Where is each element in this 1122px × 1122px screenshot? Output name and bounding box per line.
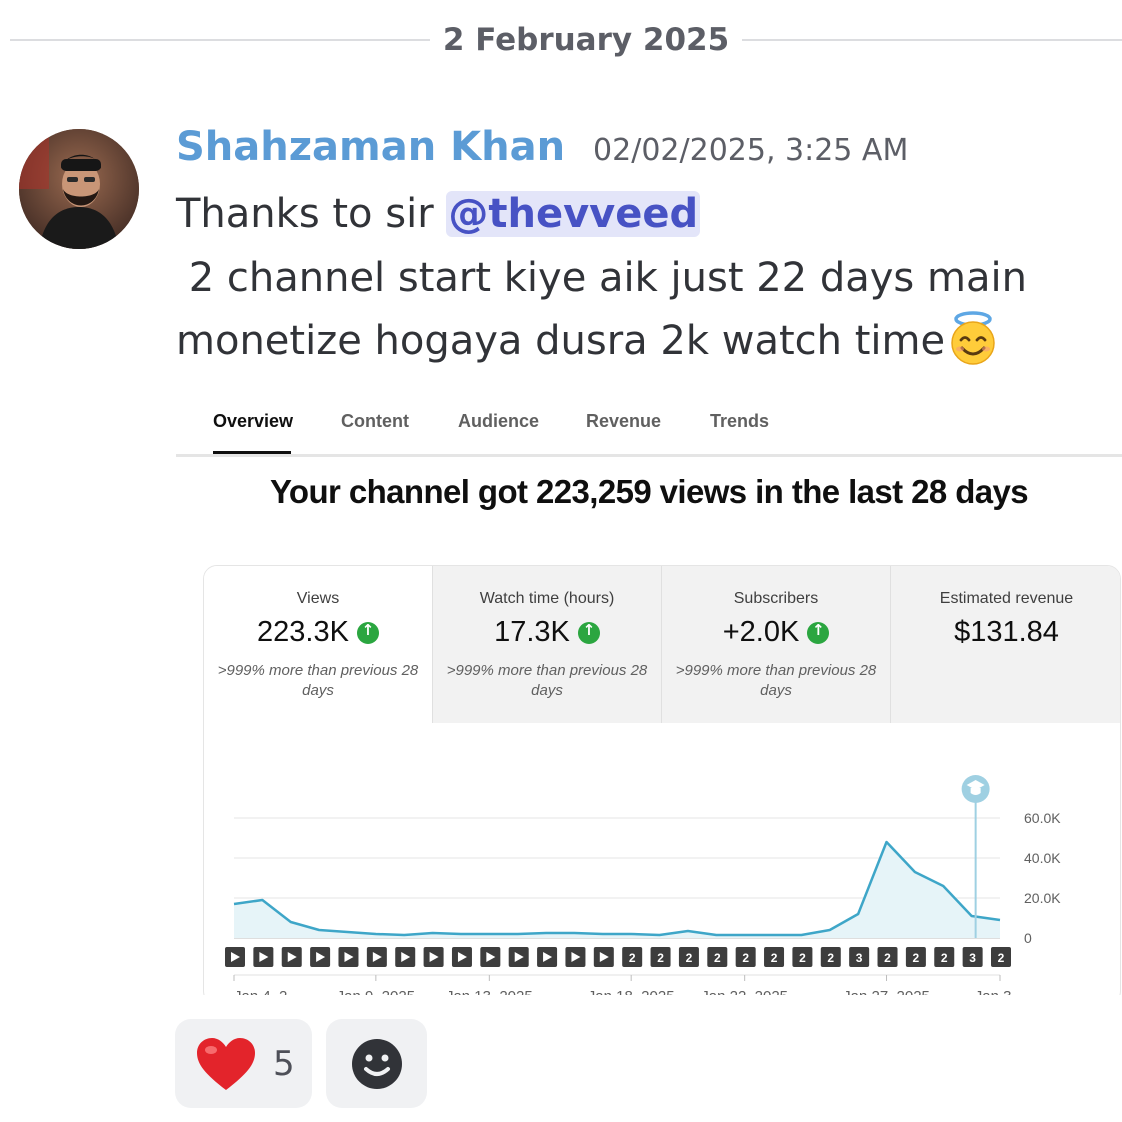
metric-label: Views bbox=[296, 590, 340, 607]
metric-note: >999% more than previous 28 days bbox=[217, 662, 419, 699]
date-divider: 2 February 2025 bbox=[0, 18, 1122, 62]
metrics-card: Views 223.3K >999% more than previous 28… bbox=[203, 565, 1121, 995]
metric-label: Watch time (hours) bbox=[479, 590, 615, 607]
x-tick-label: Jan 9, 2025 bbox=[337, 988, 415, 995]
metric-note: >999% more than previous 28 days bbox=[675, 662, 877, 699]
y-tick-label: 20.0K bbox=[1024, 890, 1061, 906]
marker-count: 2 bbox=[941, 951, 948, 965]
x-tick-label: Jan 3... bbox=[975, 988, 1024, 995]
marker-count: 2 bbox=[827, 951, 834, 965]
message-timestamp: 02/02/2025, 3:25 AM bbox=[593, 133, 909, 168]
y-tick-label: 60.0K bbox=[1024, 810, 1061, 826]
add-reaction-button[interactable] bbox=[326, 1019, 427, 1108]
metric-estimated-revenue[interactable]: Estimated revenue $131.84 bbox=[891, 566, 1120, 723]
marker-count: 2 bbox=[657, 951, 664, 965]
message-line-2: 2 channel start kiye aik just 22 days ma… bbox=[176, 255, 1027, 301]
marker-count: 2 bbox=[998, 951, 1005, 965]
smiling-face-with-halo-icon bbox=[945, 310, 1001, 366]
avatar[interactable] bbox=[19, 129, 139, 249]
user-mention[interactable]: @thevveed bbox=[446, 191, 701, 237]
analytics-tabs: Overview Content Audience Revenue Trends bbox=[176, 385, 1122, 457]
marker-count: 2 bbox=[771, 951, 778, 965]
marker-count: 2 bbox=[686, 951, 693, 965]
reaction-count: 5 bbox=[273, 1043, 295, 1084]
metric-value: $131.84 bbox=[954, 616, 1059, 648]
x-tick-label: Jan 4, 2... bbox=[234, 988, 300, 995]
metric-subscribers[interactable]: Subscribers +2.0K >999% more than previo… bbox=[662, 566, 891, 723]
marker-count: 3 bbox=[856, 951, 863, 965]
arrow-up-icon bbox=[807, 621, 830, 644]
tab-audience[interactable]: Audience bbox=[458, 411, 539, 432]
avatar-image bbox=[19, 129, 139, 249]
tab-content[interactable]: Content bbox=[341, 411, 409, 432]
message-line-1: Thanks to sir @thevveed bbox=[176, 184, 701, 244]
message-text-prefix: Thanks to sir bbox=[176, 191, 447, 237]
metric-views[interactable]: Views 223.3K >999% more than previous 28… bbox=[204, 566, 433, 723]
divider-line-left bbox=[10, 39, 430, 41]
x-tick-label: Jan 18, 2025 bbox=[588, 988, 675, 995]
analytics-headline: Your channel got 223,259 views in the la… bbox=[269, 473, 1029, 510]
x-tick-label: Jan 13, 2025 bbox=[446, 988, 533, 995]
message-text-line3: monetize hogaya dusra 2k watch time bbox=[176, 318, 946, 364]
tab-trends[interactable]: Trends bbox=[710, 411, 769, 432]
tab-overview[interactable]: Overview bbox=[213, 411, 293, 432]
marker-count: 2 bbox=[884, 951, 891, 965]
analytics-screenshot[interactable]: Overview Content Audience Revenue Trends… bbox=[176, 385, 1122, 995]
arrow-up-icon bbox=[577, 621, 600, 644]
marker-count: 2 bbox=[799, 951, 806, 965]
reaction-heart[interactable]: 5 bbox=[175, 1019, 312, 1108]
x-tick-label: Jan 27, 2025 bbox=[843, 988, 930, 995]
y-tick-label: 0 bbox=[1024, 930, 1032, 946]
active-tab-indicator bbox=[213, 451, 291, 454]
message-header: Shahzaman Khan 02/02/2025, 3:25 AM bbox=[176, 124, 908, 178]
heart-icon bbox=[197, 1037, 255, 1090]
metric-value: 17.3K bbox=[494, 616, 570, 648]
marker-count: 2 bbox=[714, 951, 721, 965]
date-divider-label: 2 February 2025 bbox=[442, 22, 730, 58]
marker-count: 2 bbox=[913, 951, 920, 965]
divider-line-right bbox=[742, 39, 1122, 41]
marker-count: 2 bbox=[629, 951, 636, 965]
smiley-add-icon bbox=[351, 1038, 402, 1089]
arrow-up-icon bbox=[356, 621, 379, 644]
x-tick-label: Jan 22, 2025 bbox=[701, 988, 788, 995]
marker-count: 2 bbox=[742, 951, 749, 965]
metric-value-row: $131.84 bbox=[891, 616, 1120, 649]
marker-count: 3 bbox=[969, 951, 976, 965]
metric-note: >999% more than previous 28 days bbox=[446, 662, 648, 699]
metric-value-row: 223.3K bbox=[204, 616, 432, 649]
metric-watch-time[interactable]: Watch time (hours) 17.3K >999% more than… bbox=[433, 566, 662, 723]
y-tick-label: 40.0K bbox=[1024, 850, 1061, 866]
reactions-bar: 5 bbox=[175, 1019, 427, 1108]
metric-value-row: 17.3K bbox=[433, 616, 661, 649]
metric-value: +2.0K bbox=[722, 616, 800, 648]
views-chart[interactable]: 60.0K 40.0K 20.0K 0 2 2 2 2 2 2 2 2 3 2 2 2 3 2 Jan 4, 2..… bbox=[204, 723, 1121, 995]
author-name[interactable]: Shahzaman Khan bbox=[176, 124, 565, 170]
graduation-cap-base bbox=[970, 788, 981, 795]
metric-label: Estimated revenue bbox=[939, 590, 1074, 607]
views-area bbox=[234, 842, 1000, 938]
metric-label: Subscribers bbox=[733, 590, 819, 607]
tab-revenue[interactable]: Revenue bbox=[586, 411, 661, 432]
metric-value-row: +2.0K bbox=[662, 616, 890, 649]
metric-value: 223.3K bbox=[257, 616, 349, 648]
message-line-3: monetize hogaya dusra 2k watch time bbox=[176, 310, 1001, 371]
